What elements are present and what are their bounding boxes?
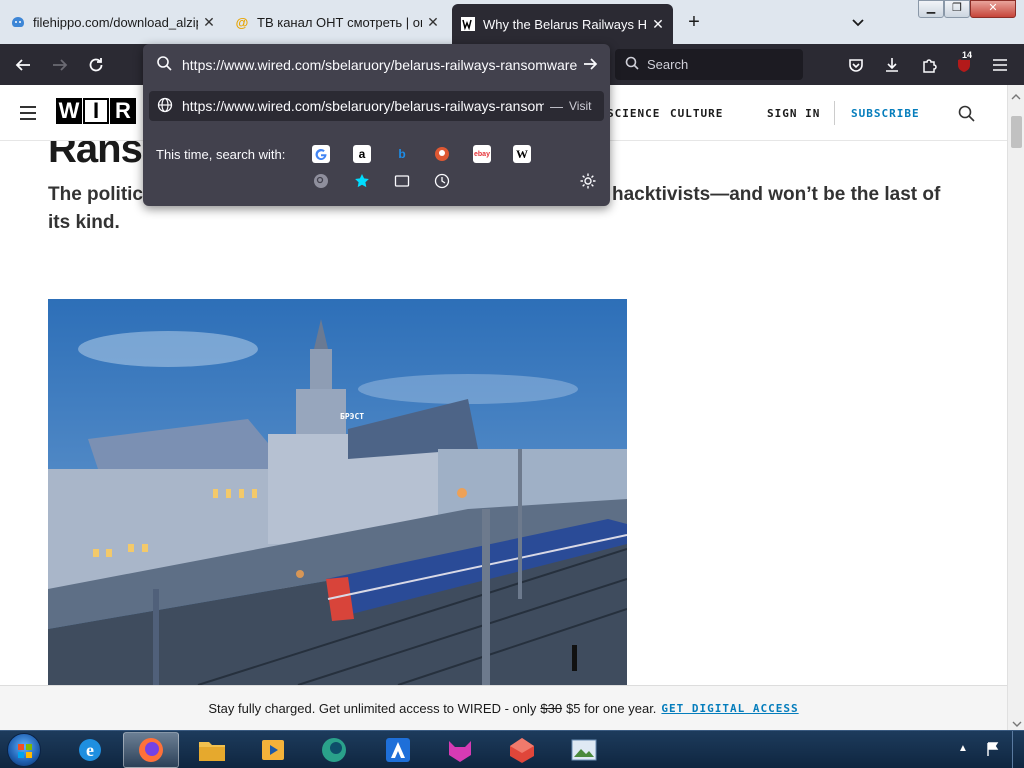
windows-taskbar: e ▲ xyxy=(0,730,1024,768)
url-dropdown-panel: https://www.wired.com/sbelaruory/belarus… xyxy=(143,44,610,206)
svg-text:e: e xyxy=(86,740,94,760)
search-settings-gear-icon[interactable] xyxy=(579,172,597,195)
show-desktop-button[interactable] xyxy=(1012,731,1024,768)
bookmarks-star-icon[interactable] xyxy=(353,172,371,190)
tab-close-icon[interactable]: ✕ xyxy=(202,15,216,29)
ebay-icon[interactable]: ebay xyxy=(473,145,491,163)
search-placeholder: Search xyxy=(647,57,689,72)
photo-station-sign: БРЭСТ xyxy=(340,412,365,421)
window-restore-button[interactable]: ❐ xyxy=(944,0,970,18)
address-input[interactable]: https://www.wired.com/sbelaruory/belarus… xyxy=(182,57,577,73)
amazon-icon[interactable]: a xyxy=(353,145,371,163)
bing-icon[interactable]: b xyxy=(393,145,411,163)
tab-wired-active[interactable]: Why the Belarus Railways Hack ✕ xyxy=(452,4,673,44)
site-search-icon[interactable] xyxy=(958,105,975,127)
dek-line1-left: The politic xyxy=(48,184,143,205)
internet-explorer-icon[interactable]: e xyxy=(62,732,118,768)
browser-globe-icon[interactable] xyxy=(306,732,362,768)
tab-close-icon[interactable]: ✕ xyxy=(651,17,665,31)
logo-letter: R xyxy=(110,98,136,124)
action-center-flag-icon[interactable] xyxy=(985,741,1001,762)
tab-title: ТВ канал ОНТ смотреть | онла xyxy=(257,14,422,30)
vpn-shield-icon[interactable] xyxy=(370,732,426,768)
window-close-button[interactable]: ✕ xyxy=(970,0,1016,18)
wired-logo[interactable]: W I R xyxy=(56,98,137,124)
search-addon-icon[interactable] xyxy=(312,172,330,190)
nav-culture[interactable]: CULTURE xyxy=(670,107,723,120)
downloads-icon[interactable] xyxy=(881,54,903,76)
new-tab-plus-icon[interactable]: + xyxy=(684,12,704,32)
hamburger-menu-icon[interactable] xyxy=(989,54,1011,76)
reload-icon[interactable] xyxy=(85,54,107,76)
address-bar[interactable]: https://www.wired.com/sbelaruory/belarus… xyxy=(143,44,610,85)
scroll-up-arrow-icon[interactable] xyxy=(1011,88,1021,106)
tab-title: Why the Belarus Railways Hack xyxy=(483,16,647,32)
header-divider xyxy=(834,101,835,125)
site-menu-icon[interactable] xyxy=(20,106,36,120)
article-hero-image: БРЭСТ xyxy=(48,299,627,685)
wikipedia-icon[interactable]: W xyxy=(513,145,531,163)
paywall-old-price: $30 xyxy=(540,700,563,716)
tab-close-icon[interactable]: ✕ xyxy=(426,15,440,29)
go-arrow-icon[interactable] xyxy=(582,56,598,75)
url-suggestion-row[interactable]: https://www.wired.com/sbelaruory/belarus… xyxy=(149,91,604,121)
suggestion-url: https://www.wired.com/sbelaruory/belarus… xyxy=(182,98,544,114)
window-minimize-button[interactable]: ▁ xyxy=(918,0,944,18)
dek-line1-right: hacktivists—and won’t be the last of xyxy=(612,184,941,205)
search-icon xyxy=(625,56,639,73)
tabs-icon[interactable] xyxy=(393,172,411,190)
tab-title: filehippo.com/download_alzip/ xyxy=(33,14,198,30)
history-icon[interactable] xyxy=(433,172,451,190)
tray-expand-arrow-icon[interactable]: ▲ xyxy=(958,743,968,754)
search-icon xyxy=(156,55,172,74)
scrollbar-thumb[interactable] xyxy=(1011,116,1022,148)
tab-strip: filehippo.com/download_alzip/ ✕ @ ТВ кан… xyxy=(0,0,1024,44)
subscribe-link[interactable]: SUBSCRIBE xyxy=(851,107,920,120)
dek-line2: its kind. xyxy=(48,212,120,233)
tab-ont-tv[interactable]: @ ТВ канал ОНТ смотреть | онла ✕ xyxy=(226,4,448,40)
wired-icon xyxy=(460,16,476,32)
duckduckgo-icon[interactable] xyxy=(433,145,451,163)
toolbar-search-input[interactable]: Search xyxy=(615,49,803,80)
suggestion-separator: — xyxy=(550,98,563,114)
nav-science[interactable]: SCIENCE xyxy=(607,107,660,120)
image-viewer-icon[interactable] xyxy=(556,732,612,768)
cat-app-icon[interactable] xyxy=(432,732,488,768)
screen: filehippo.com/download_alzip/ ✕ @ ТВ кан… xyxy=(0,0,1024,768)
extensions-puzzle-icon[interactable] xyxy=(918,54,940,76)
tab-filehippo[interactable]: filehippo.com/download_alzip/ ✕ xyxy=(2,4,224,40)
paywall-banner: Stay fully charged. Get unlimited access… xyxy=(0,685,1007,730)
forward-arrow-icon[interactable] xyxy=(49,54,71,76)
firefox-icon[interactable] xyxy=(123,732,179,768)
filehippo-icon xyxy=(10,14,26,30)
paywall-text: Stay fully charged. Get unlimited access… xyxy=(208,700,537,716)
google-icon[interactable] xyxy=(312,145,330,163)
file-explorer-icon[interactable] xyxy=(184,732,240,768)
globe-icon xyxy=(157,97,173,116)
media-player-icon[interactable] xyxy=(245,732,301,768)
tab-list-chevron-down-icon[interactable] xyxy=(850,14,866,30)
page-scrollbar[interactable] xyxy=(1007,85,1024,730)
back-arrow-icon[interactable] xyxy=(12,54,34,76)
start-button-windows-icon[interactable] xyxy=(7,733,41,767)
logo-letter: W xyxy=(56,98,82,124)
sign-in-link[interactable]: SIGN IN xyxy=(767,107,820,120)
pocket-icon[interactable] xyxy=(845,54,867,76)
ont-tv-icon: @ xyxy=(235,14,249,30)
extension-badge-count: 14 xyxy=(960,50,975,60)
paywall-price-text: $5 for one year. xyxy=(566,700,657,716)
cube-app-icon[interactable] xyxy=(494,732,550,768)
suggestion-visit-label: Visit xyxy=(569,99,592,113)
get-digital-access-link[interactable]: GET DIGITAL ACCESS xyxy=(661,702,798,715)
search-with-label: This time, search with: xyxy=(156,147,286,162)
logo-letter: I xyxy=(83,98,109,124)
